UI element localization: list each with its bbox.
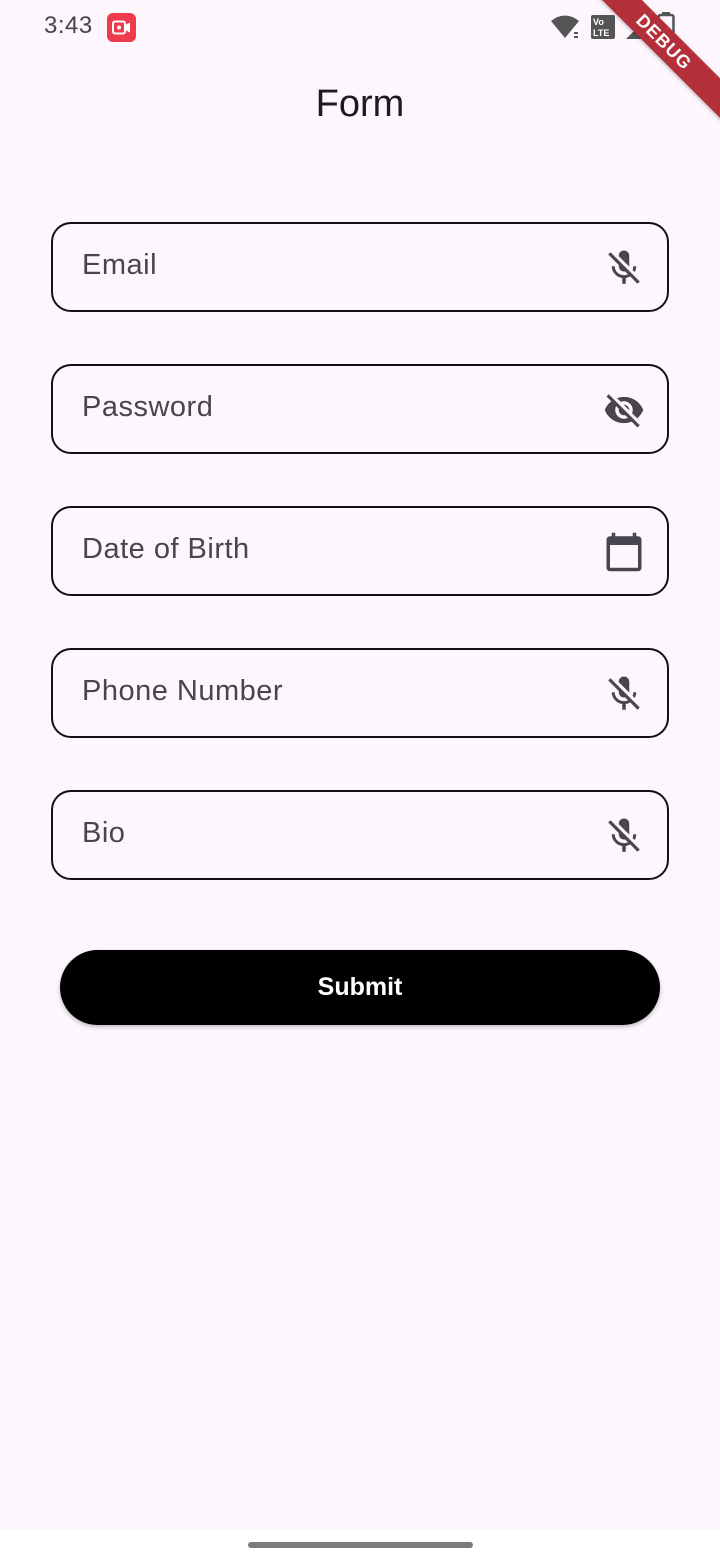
bio-field-label: Bio [82,817,126,849]
mic-off-icon[interactable] [603,673,645,715]
visibility-off-icon[interactable] [603,389,645,431]
wifi-icon [551,15,579,38]
date-of-birth-field[interactable]: Date of Birth [51,506,669,596]
email-field-label: Email [82,249,158,281]
navigation-bar [0,1530,720,1560]
app-bar: Form [0,56,720,152]
bio-field[interactable]: Bio [51,790,669,880]
form: Email Password Date of Birth Phone Numbe… [51,222,669,932]
status-time: 3:43 [44,12,93,39]
password-field-label: Password [82,391,214,423]
password-field[interactable]: Password [51,364,669,454]
phone-number-field[interactable]: Phone Number [51,648,669,738]
submit-button[interactable]: Submit [60,950,660,1025]
svg-text:Vo: Vo [593,17,604,27]
home-indicator[interactable] [248,1542,473,1548]
screen-record-icon [107,13,136,42]
phone-number-field-label: Phone Number [82,675,284,707]
email-field[interactable]: Email [51,222,669,312]
mic-off-icon[interactable] [603,815,645,857]
volte-icon: Vo LTE [591,15,615,39]
page-title: Form [315,82,405,125]
mic-off-icon[interactable] [603,247,645,289]
calendar-icon[interactable] [603,531,645,573]
date-of-birth-field-label: Date of Birth [82,533,250,565]
svg-text:LTE: LTE [593,28,609,38]
form-screen: 3:43 Vo LTE DEBUG Form Email Password Da… [0,0,720,1560]
